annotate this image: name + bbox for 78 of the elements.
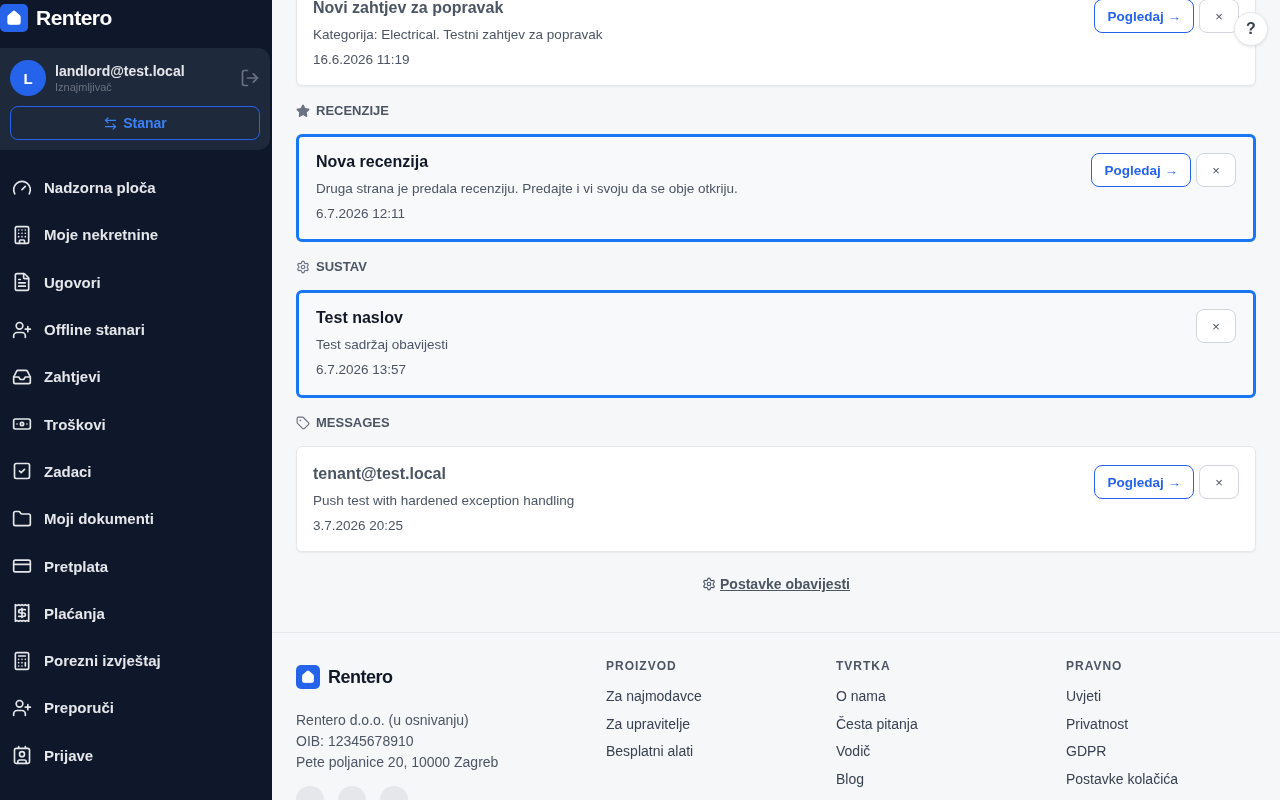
section-heading: MESSAGES <box>316 415 390 430</box>
swap-arrows-icon <box>103 115 119 131</box>
notification-title: Test naslov <box>316 309 404 327</box>
star-icon <box>296 104 310 118</box>
folder-icon <box>12 508 32 529</box>
address-line: OIB: 12345678910 <box>296 732 415 751</box>
nav-item[interactable]: Ugovori <box>0 258 272 306</box>
footer-link[interactable]: Za upravitelje <box>606 714 836 733</box>
nav-item[interactable]: Moje nekretnine <box>0 211 272 259</box>
nav-item[interactable]: Preporuči <box>0 684 272 732</box>
notification-title: Nova recenzija <box>316 153 430 171</box>
notification-time: 6.7.2026 13:57 <box>316 362 408 377</box>
dismiss-button[interactable]: × <box>1196 153 1236 187</box>
notification-time: 6.7.2026 12:11 <box>316 206 407 221</box>
footer-link[interactable]: Uvjeti <box>1066 687 1256 705</box>
footer-link[interactable]: Besplatni alati <box>606 742 836 760</box>
logout-icon[interactable] <box>240 68 260 88</box>
avatar: L <box>10 60 46 96</box>
footer-link[interactable]: Vodič <box>836 742 1066 760</box>
address-line: Rentero d.o.o. (u osnivanju) <box>296 711 470 730</box>
view-button[interactable]: Pogledaj → <box>1094 465 1194 499</box>
settings-link[interactable]: Postavke obavijesti <box>702 576 850 592</box>
logo-icon <box>0 4 28 32</box>
notification-time: 3.7.2026 20:25 <box>313 518 405 533</box>
nav-item[interactable]: Zahtjevi <box>0 353 272 401</box>
section-heading: SUSTAV <box>316 259 367 274</box>
footer-link[interactable]: O nama <box>836 687 1066 705</box>
nav-item[interactable]: Prijave <box>0 731 272 779</box>
contact-icon <box>12 745 32 766</box>
footer-link[interactable]: Za najmodavce <box>606 687 836 705</box>
footer-link[interactable]: Postavke kolačića <box>1066 769 1256 788</box>
footer-link[interactable]: GDPR <box>1066 742 1256 760</box>
user-email: landlord@test.local <box>55 63 186 79</box>
notification-text: Push test with hardened exception handling <box>313 493 575 508</box>
checkbox-icon <box>12 461 32 482</box>
nav-item[interactable]: Zadaci <box>0 447 272 496</box>
calculator-icon <box>12 650 32 671</box>
view-button[interactable]: Pogledaj → <box>1091 153 1191 187</box>
brand-name: Rentero <box>328 666 393 688</box>
section-heading: RECENZIJE <box>316 103 389 118</box>
brand-name: Rentero <box>36 6 112 30</box>
notification-title: Novi zahtjev za popravak <box>313 0 505 17</box>
switch-role-button[interactable]: Stanar <box>10 106 260 140</box>
notification-time: 16.6.2026 11:19 <box>313 52 411 67</box>
user-role: Iznajmljivač <box>55 81 113 93</box>
document-icon <box>12 272 32 293</box>
address-line: Pete poljanice 20, 10000 Zagreb <box>296 753 500 772</box>
settings-icon <box>296 260 310 274</box>
footer-heading: PROIZVOD <box>606 659 678 673</box>
notification-text: Test sadržaj obavijesti <box>316 337 449 352</box>
nav-item[interactable]: Plaćanja <box>0 589 272 637</box>
user-plus-icon <box>12 697 32 718</box>
credit-card-icon <box>12 556 32 576</box>
footer-link[interactable]: Blog <box>836 769 1066 788</box>
notification-title: tenant@test.local <box>313 465 447 483</box>
tag-icon <box>296 416 310 430</box>
logo-icon <box>296 665 320 689</box>
nav-item[interactable]: Pretplata <box>0 542 272 590</box>
dismiss-button[interactable]: × <box>1199 0 1239 33</box>
help-button[interactable]: ? <box>1234 12 1268 46</box>
footer-heading: TVRTKA <box>836 659 892 673</box>
nav-item[interactable]: Nadzorna ploča <box>0 164 272 212</box>
nav-item[interactable]: Moji dokumenti <box>0 495 272 543</box>
dismiss-button[interactable]: × <box>1196 309 1236 343</box>
footer-link[interactable]: Česta pitanja <box>836 714 1066 733</box>
user-plus-icon <box>12 319 32 340</box>
footer-link[interactable]: Privatnost <box>1066 714 1256 733</box>
receipt-icon <box>12 603 32 624</box>
notification-text: Druga strana je predala recenziju. Predajte i vi svoju da se obje otkriju. <box>316 181 738 196</box>
dismiss-button[interactable]: × <box>1199 465 1239 499</box>
building-icon <box>12 224 32 245</box>
nav-item[interactable]: Troškovi <box>0 400 272 448</box>
notification-text: Kategorija: Electrical. Testni zahtjev za popravak <box>313 27 603 42</box>
nav-item[interactable]: Offline stanari <box>0 305 272 354</box>
footer-heading: PRAVNO <box>1066 659 1124 673</box>
settings-icon <box>702 577 716 591</box>
view-button[interactable]: Pogledaj → <box>1094 0 1194 33</box>
nav-item[interactable]: Porezni izvještaj <box>0 636 272 685</box>
